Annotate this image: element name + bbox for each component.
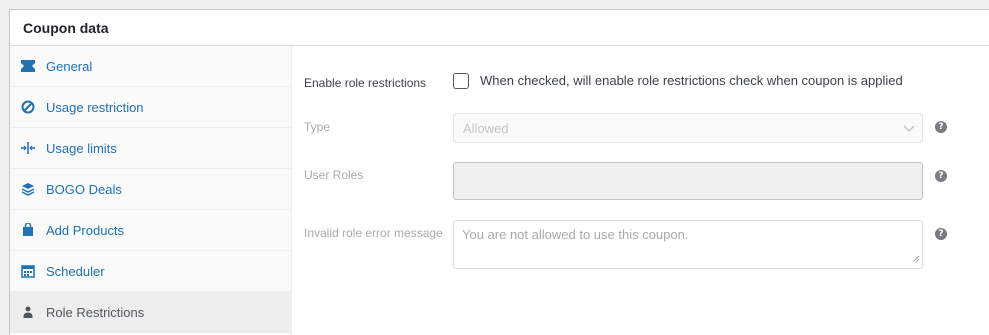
chevron-down-icon: [902, 121, 916, 138]
user-icon: [21, 305, 35, 319]
calendar-icon: [21, 264, 35, 278]
type-select[interactable]: Allowed: [453, 113, 923, 143]
stack-icon: [21, 182, 35, 196]
enable-role-restrictions-checkbox[interactable]: [453, 73, 469, 89]
panel-header: Coupon data: [10, 10, 989, 46]
tab-label: Usage restriction: [46, 99, 144, 115]
user-roles-label: User Roles: [304, 168, 364, 182]
ticket-icon: [21, 59, 35, 73]
tab-add-products[interactable]: Add Products: [10, 210, 291, 251]
user-roles-help-icon[interactable]: ?: [935, 170, 947, 182]
panel-body: General Usage restriction Usage limits B…: [10, 46, 989, 335]
type-select-value: Allowed: [463, 120, 509, 136]
coupon-tabs-sidebar: General Usage restriction Usage limits B…: [10, 46, 292, 335]
role-restrictions-panel: Enable role restrictions When checked, w…: [292, 46, 989, 335]
tab-label: Role Restrictions: [46, 304, 145, 320]
type-help-icon[interactable]: ?: [935, 121, 947, 133]
tab-bogo-deals[interactable]: BOGO Deals: [10, 169, 291, 210]
tab-role-restrictions[interactable]: Role Restrictions: [10, 292, 291, 333]
tab-label: General: [46, 58, 93, 74]
tab-label: Usage limits: [46, 140, 117, 156]
enable-role-restrictions-label: Enable role restrictions: [304, 76, 427, 90]
arrows-icon: [21, 141, 35, 155]
tab-label: BOGO Deals: [46, 181, 122, 197]
tab-label: Scheduler: [46, 263, 105, 279]
tab-usage-restriction[interactable]: Usage restriction: [10, 87, 291, 128]
tab-label: Add Products: [46, 222, 125, 238]
invalid-role-error-message-label: Invalid role error message: [304, 226, 443, 240]
bag-icon: [21, 223, 35, 237]
error-message-help-icon[interactable]: ?: [935, 228, 947, 240]
user-roles-select[interactable]: [453, 162, 923, 200]
invalid-role-error-message-textarea[interactable]: You are not allowed to use this coupon.: [453, 220, 923, 269]
textarea-placeholder: You are not allowed to use this coupon.: [462, 227, 689, 242]
enable-role-restrictions-description: When checked, will enable role restricti…: [480, 73, 903, 88]
resize-handle-icon[interactable]: [912, 251, 920, 266]
ban-icon: [21, 100, 35, 114]
tab-usage-limits[interactable]: Usage limits: [10, 128, 291, 169]
type-label: Type: [304, 120, 331, 134]
tab-general[interactable]: General: [10, 46, 291, 87]
coupon-data-panel: Coupon data General Usage restriction Us…: [9, 9, 989, 335]
panel-title: Coupon data: [23, 19, 109, 36]
tab-scheduler[interactable]: Scheduler: [10, 251, 291, 292]
